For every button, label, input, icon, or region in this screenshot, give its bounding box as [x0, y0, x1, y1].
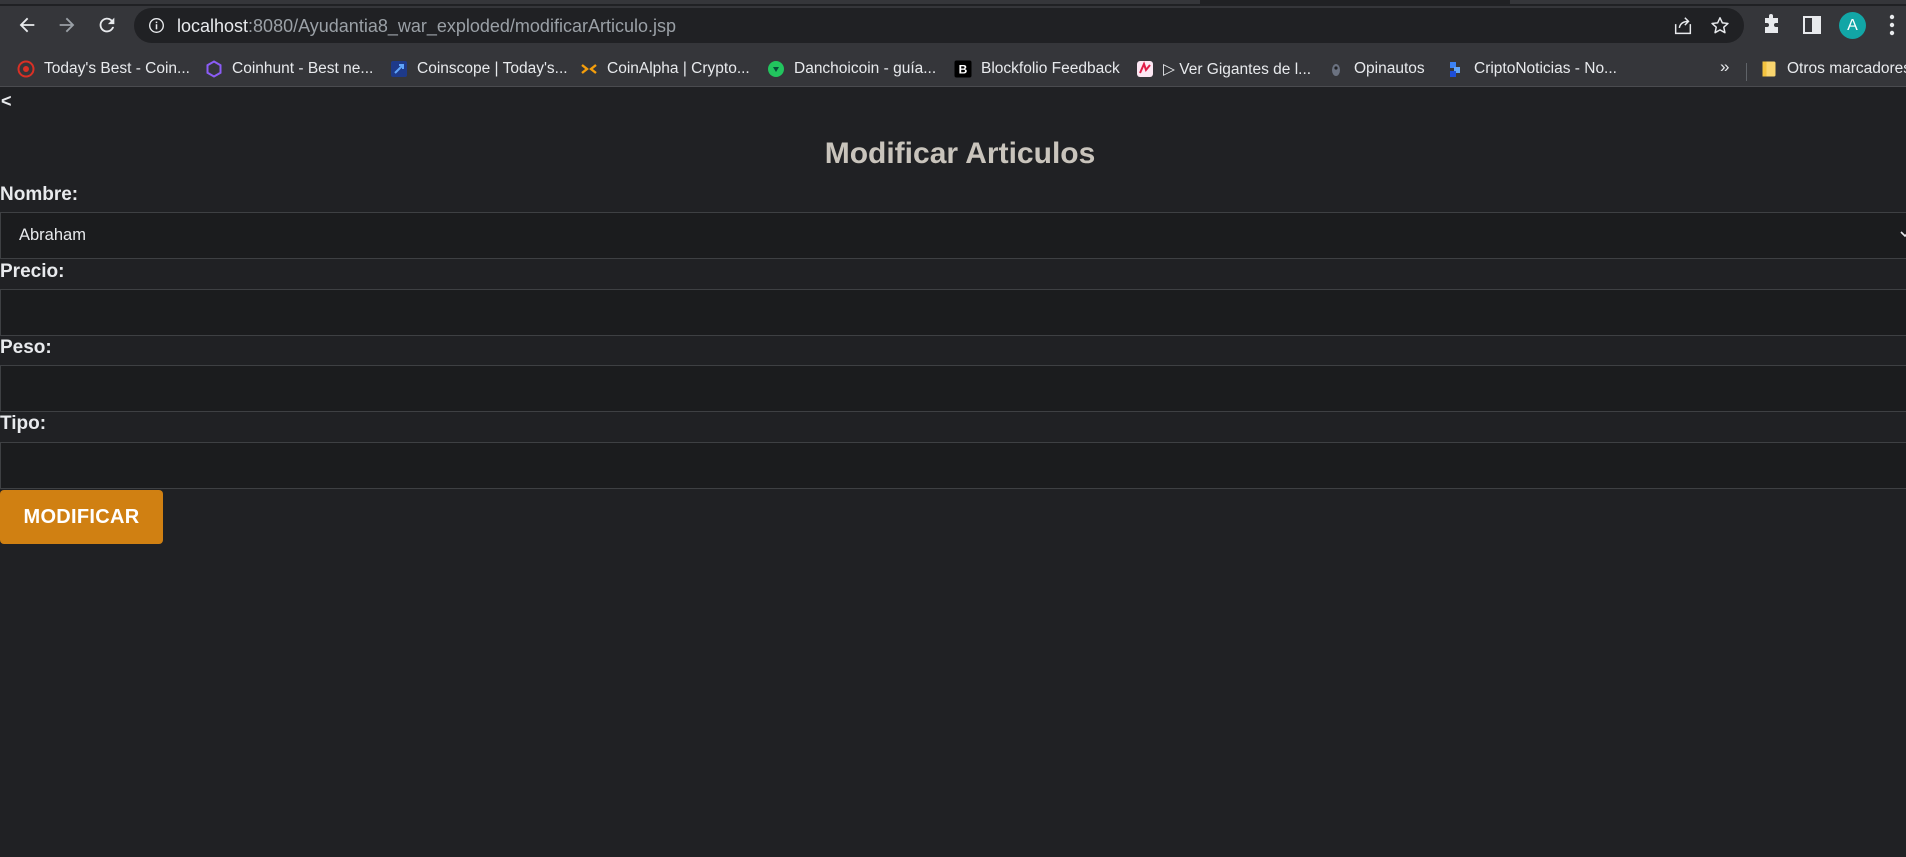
svg-text:B: B	[959, 63, 968, 77]
peso-input[interactable]	[0, 365, 1906, 412]
bookmark-label: Opinautos	[1354, 60, 1425, 77]
info-icon[interactable]	[148, 17, 165, 34]
address-bar[interactable]: localhost:8080/Ayudantia8_war_exploded/m…	[134, 8, 1744, 43]
chevron-down-icon	[1900, 231, 1906, 238]
active-tab-edge	[0, 0, 1200, 4]
peso-label: Peso:	[0, 337, 52, 358]
bookmark-label: Coinhunt - Best ne...	[232, 60, 374, 77]
reload-button[interactable]	[92, 12, 122, 38]
precio-input[interactable]	[0, 289, 1906, 336]
bookmark-item[interactable]: ▷ Ver Gigantes de l...	[1136, 57, 1311, 81]
bookmark-item[interactable]: Opinautos	[1327, 57, 1425, 81]
precio-label: Precio:	[0, 261, 65, 282]
bookmark-label: Today's Best - Coin...	[44, 60, 190, 77]
bookmark-item[interactable]: CriptoNoticias - No...	[1447, 57, 1617, 81]
tipo-input[interactable]	[0, 442, 1906, 489]
bookmark-label: Coinscope | Today's...	[417, 60, 568, 77]
inactive-tab-edge	[1510, 0, 1906, 4]
arrow-left-icon	[19, 17, 35, 33]
coinalpha-icon	[580, 60, 598, 78]
more-vertical-icon[interactable]	[1889, 14, 1895, 36]
page-title: Modificar Articulos	[824, 137, 1096, 170]
nombre-select[interactable]: Abraham	[0, 212, 1906, 259]
bookmark-item[interactable]: CoinAlpha | Crypto...	[580, 57, 750, 81]
bookmark-label: Danchoicoin - guía...	[794, 60, 937, 77]
bookmark-label: Otros marcadores	[1787, 60, 1906, 77]
url-text[interactable]: localhost:8080/Ayudantia8_war_exploded/m…	[177, 16, 676, 36]
page-content: < Modificar Articulos Nombre: Abraham Pr…	[0, 88, 1906, 857]
tab-strip	[0, 0, 1906, 6]
blockfolio-icon: B	[954, 60, 972, 78]
folder-icon	[1760, 60, 1778, 78]
nombre-selected-value: Abraham	[19, 226, 86, 244]
bookmark-item[interactable]: Today's Best - Coin...	[17, 57, 190, 81]
bookmark-item[interactable]: B Blockfolio Feedback	[954, 57, 1120, 81]
modificar-button[interactable]: MODIFICAR	[0, 490, 163, 544]
tipo-label: Tipo:	[0, 413, 47, 434]
star-icon[interactable]	[1707, 15, 1733, 37]
share-icon[interactable]	[1670, 15, 1696, 37]
forward-button[interactable]	[52, 12, 82, 38]
coin-red-icon	[17, 60, 35, 78]
back-button[interactable]	[12, 12, 42, 38]
criptonoticias-icon	[1447, 60, 1465, 78]
bookmarks-overflow-button[interactable]: »	[1720, 57, 1729, 77]
puzzle-icon[interactable]	[1760, 13, 1784, 37]
side-panel-icon[interactable]	[1800, 13, 1824, 37]
bookmark-label: Blockfolio Feedback	[981, 60, 1120, 77]
gigantes-icon	[1136, 60, 1154, 78]
arrow-right-icon	[59, 17, 75, 33]
hexagon-icon	[205, 60, 223, 78]
nombre-label: Nombre:	[0, 184, 79, 205]
bookmark-label: ▷ Ver Gigantes de l...	[1163, 60, 1312, 78]
profile-avatar[interactable]: A	[1839, 12, 1866, 39]
bookmark-item[interactable]: Coinhunt - Best ne...	[205, 57, 373, 81]
reload-icon	[99, 17, 115, 33]
bookmarks-divider	[1746, 63, 1747, 81]
url-host: localhost	[177, 16, 249, 36]
bookmark-item[interactable]: Coinscope | Today's...	[390, 57, 568, 81]
other-bookmarks-folder[interactable]: Otros marcadores	[1760, 57, 1906, 81]
browser-toolbar: localhost:8080/Ayudantia8_war_exploded/m…	[0, 0, 1906, 51]
danchoicoin-icon	[767, 60, 785, 78]
bookmark-label: CriptoNoticias - No...	[1474, 60, 1617, 77]
opinautos-icon	[1327, 60, 1345, 78]
back-link[interactable]: <	[1, 91, 12, 112]
coinscope-icon	[390, 60, 408, 78]
bookmark-label: CoinAlpha | Crypto...	[607, 60, 750, 77]
bookmarks-bar: Today's Best - Coin... Coinhunt - Best n…	[0, 51, 1906, 87]
url-path: :8080/Ayudantia8_war_exploded/modificarA…	[248, 16, 676, 36]
bookmark-item[interactable]: Danchoicoin - guía...	[767, 57, 936, 81]
